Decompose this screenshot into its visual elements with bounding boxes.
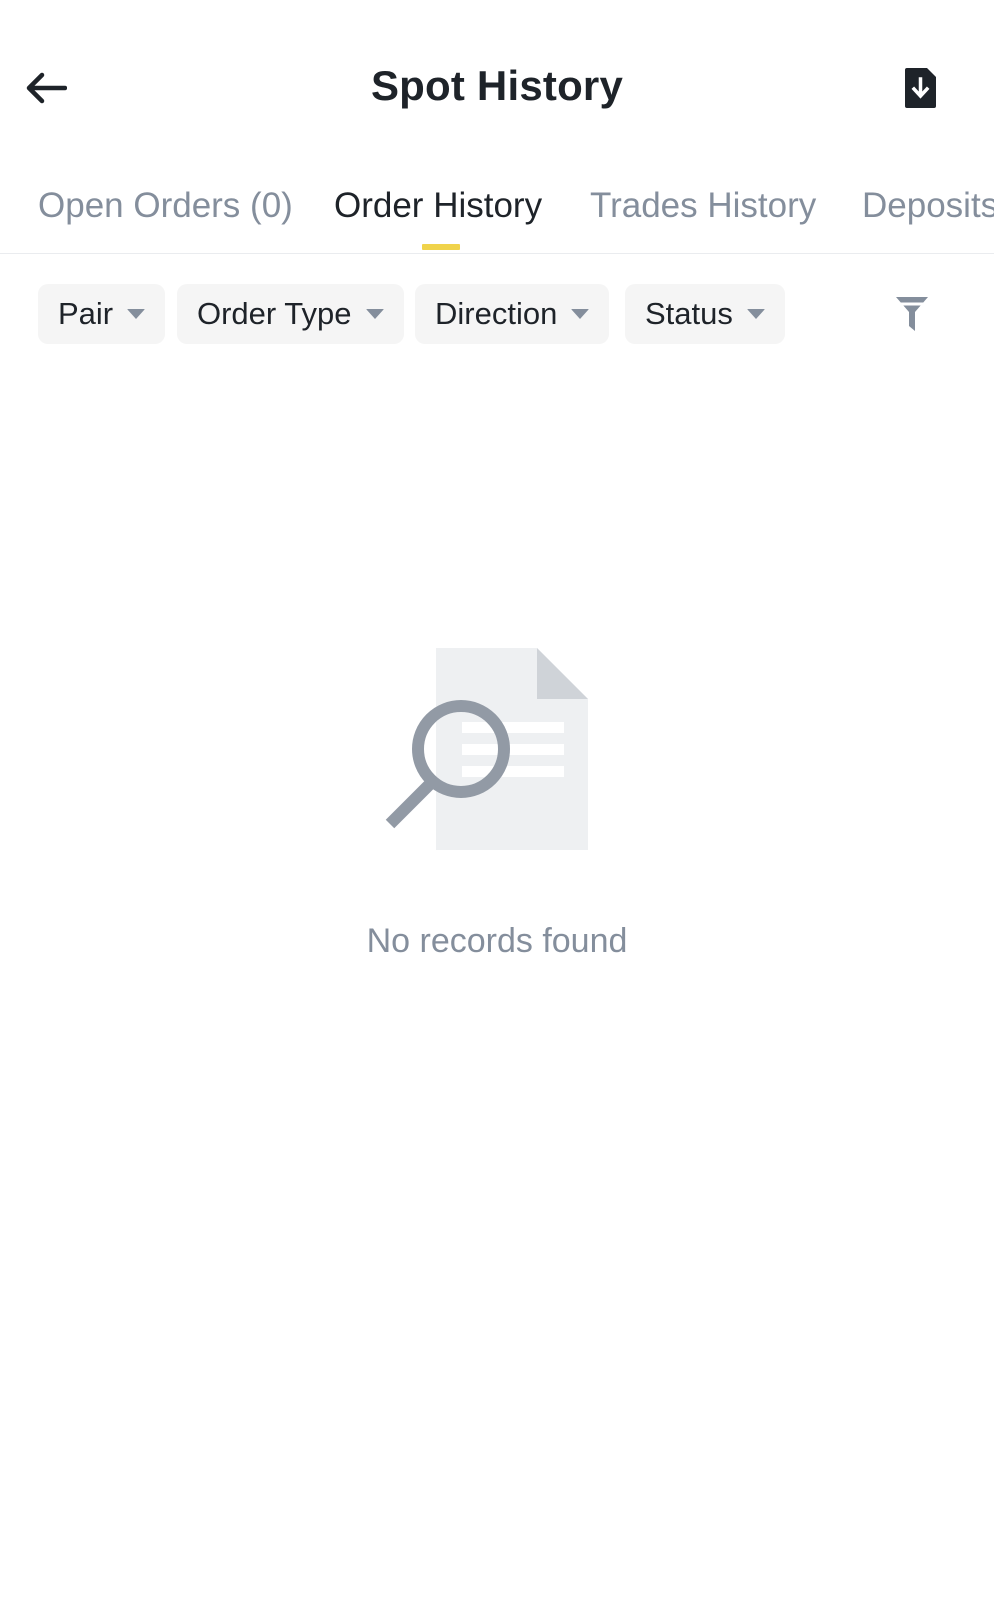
order-type-filter-dropdown[interactable]: Order Type: [177, 284, 404, 344]
order-type-filter-label: Order Type: [197, 296, 352, 331]
tab-order-history[interactable]: Order History: [334, 186, 542, 226]
active-tab-indicator: [422, 244, 460, 250]
caret-down-icon: [127, 309, 146, 319]
funnel-icon: [896, 297, 928, 331]
advanced-filter-button[interactable]: [890, 292, 934, 336]
page-title: Spot History: [370, 62, 624, 109]
tab-deposits[interactable]: Deposits: [862, 186, 994, 226]
tab-open-orders[interactable]: Open Orders (0): [38, 186, 293, 226]
export-button[interactable]: [896, 62, 944, 114]
header: Spot History: [0, 40, 994, 136]
direction-filter-label: Direction: [435, 296, 558, 331]
tab-bar: Open Orders (0) Order History Trades His…: [0, 178, 994, 254]
direction-filter-dropdown[interactable]: Direction: [415, 284, 610, 344]
tab-trades-history[interactable]: Trades History: [590, 186, 816, 226]
spot-history-screen: Spot History Open Orders (0) Order Histo…: [0, 0, 994, 1600]
caret-down-icon: [571, 309, 590, 319]
pair-filter-label: Pair: [58, 296, 114, 331]
status-filter-label: Status: [645, 296, 733, 331]
pair-filter-dropdown[interactable]: Pair: [38, 284, 166, 344]
filter-bar: Pair Order Type Direction Status: [0, 284, 994, 344]
document-search-icon: [385, 648, 588, 850]
status-filter-dropdown[interactable]: Status: [625, 284, 785, 344]
caret-down-icon: [365, 309, 384, 319]
download-document-icon: [905, 68, 936, 108]
empty-state-message: No records found: [366, 922, 628, 960]
caret-down-icon: [746, 309, 765, 319]
